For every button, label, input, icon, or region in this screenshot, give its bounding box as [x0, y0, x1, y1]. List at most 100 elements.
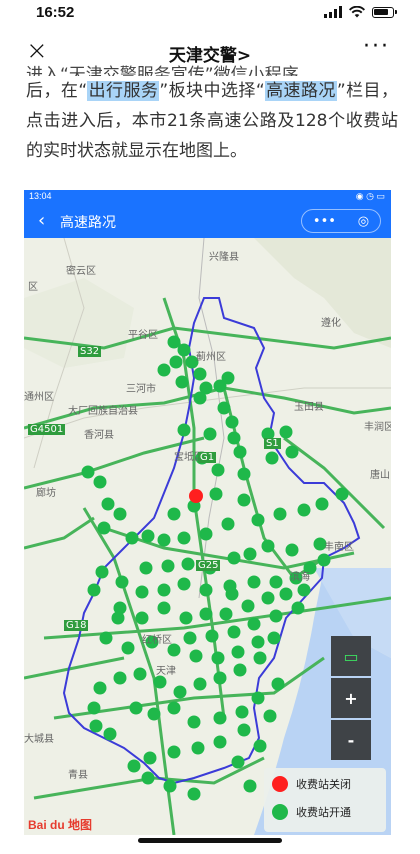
toll-station-open[interactable] — [167, 745, 181, 759]
toll-station-open[interactable] — [263, 709, 277, 723]
toll-station-open[interactable] — [183, 631, 197, 645]
zoom-out-button[interactable]: - — [331, 720, 371, 760]
traffic-toggle-button[interactable]: ▭ — [331, 636, 371, 676]
toll-station-open[interactable] — [253, 651, 267, 665]
toll-station-open[interactable] — [241, 599, 255, 613]
toll-station-open[interactable] — [163, 779, 177, 793]
toll-station-open[interactable] — [317, 553, 331, 567]
toll-station-open[interactable] — [93, 475, 107, 489]
toll-station-open[interactable] — [135, 611, 149, 625]
toll-station-open[interactable] — [211, 651, 225, 665]
toll-station-open[interactable] — [221, 517, 235, 531]
capsule-close-icon[interactable]: ◎ — [358, 214, 369, 229]
toll-station-open[interactable] — [153, 675, 167, 689]
toll-station-open[interactable] — [187, 787, 201, 801]
toll-station-open[interactable] — [93, 681, 107, 695]
toll-station-open[interactable] — [157, 533, 171, 547]
toll-station-open[interactable] — [199, 607, 213, 621]
toll-station-open[interactable] — [113, 507, 127, 521]
toll-station-open[interactable] — [227, 625, 241, 639]
toll-station-open[interactable] — [127, 759, 141, 773]
toll-station-open[interactable] — [269, 609, 283, 623]
toll-station-open[interactable] — [189, 649, 203, 663]
toll-station-open[interactable] — [141, 529, 155, 543]
toll-station-open[interactable] — [271, 677, 285, 691]
toll-station-open[interactable] — [267, 631, 281, 645]
toll-station-open[interactable] — [177, 423, 191, 437]
toll-station-open[interactable] — [121, 641, 135, 655]
toll-station-open[interactable] — [179, 611, 193, 625]
toll-station-open[interactable] — [161, 559, 175, 573]
toll-station-open[interactable] — [95, 565, 109, 579]
toll-station-open[interactable] — [113, 671, 127, 685]
toll-station-open[interactable] — [233, 663, 247, 677]
toll-station-open[interactable] — [99, 631, 113, 645]
toll-station-open[interactable] — [243, 547, 257, 561]
toll-station-open[interactable] — [81, 465, 95, 479]
toll-station-open[interactable] — [285, 445, 299, 459]
toll-station-open[interactable] — [297, 583, 311, 597]
toll-station-closed[interactable] — [189, 489, 203, 503]
toll-station-open[interactable] — [273, 507, 287, 521]
toll-station-open[interactable] — [297, 503, 311, 517]
toll-station-open[interactable] — [87, 583, 101, 597]
toll-station-open[interactable] — [233, 445, 247, 459]
toll-station-open[interactable] — [133, 667, 147, 681]
toll-station-open[interactable] — [335, 487, 349, 501]
toll-station-open[interactable] — [187, 715, 201, 729]
toll-station-open[interactable] — [253, 739, 267, 753]
capsule-more-icon[interactable]: ••• — [313, 214, 336, 229]
toll-station-open[interactable] — [217, 401, 231, 415]
toll-station-open[interactable] — [169, 355, 183, 369]
toll-station-open[interactable] — [177, 577, 191, 591]
toll-station-open[interactable] — [89, 719, 103, 733]
toll-station-open[interactable] — [213, 671, 227, 685]
toll-station-open[interactable] — [291, 601, 305, 615]
toll-station-open[interactable] — [225, 415, 239, 429]
toll-station-open[interactable] — [177, 531, 191, 545]
back-icon[interactable]: ‹ — [38, 210, 45, 231]
toll-station-open[interactable] — [173, 685, 187, 699]
toll-station-open[interactable] — [251, 691, 265, 705]
toll-station-open[interactable] — [213, 735, 227, 749]
toll-station-open[interactable] — [315, 497, 329, 511]
toll-station-open[interactable] — [147, 707, 161, 721]
toll-station-open[interactable] — [237, 467, 251, 481]
toll-station-open[interactable] — [213, 711, 227, 725]
toll-station-open[interactable] — [157, 583, 171, 597]
toll-station-open[interactable] — [193, 677, 207, 691]
toll-station-open[interactable] — [269, 575, 283, 589]
toll-station-open[interactable] — [199, 583, 213, 597]
toll-station-open[interactable] — [211, 463, 225, 477]
toll-station-open[interactable] — [157, 601, 171, 615]
toll-station-open[interactable] — [243, 779, 257, 793]
toll-station-open[interactable] — [235, 705, 249, 719]
toll-station-open[interactable] — [227, 431, 241, 445]
toll-station-open[interactable] — [251, 513, 265, 527]
toll-station-open[interactable] — [209, 487, 223, 501]
toll-station-open[interactable] — [167, 701, 181, 715]
toll-station-open[interactable] — [285, 543, 299, 557]
toll-station-open[interactable] — [139, 561, 153, 575]
toll-station-open[interactable] — [261, 539, 275, 553]
toll-station-open[interactable] — [181, 557, 195, 571]
toll-station-open[interactable] — [279, 587, 293, 601]
toll-station-open[interactable] — [103, 727, 117, 741]
toll-station-open[interactable] — [157, 363, 171, 377]
toll-station-open[interactable] — [177, 343, 191, 357]
toll-station-open[interactable] — [191, 741, 205, 755]
toll-station-open[interactable] — [279, 425, 293, 439]
toll-station-open[interactable] — [125, 531, 139, 545]
toll-station-open[interactable] — [87, 701, 101, 715]
more-icon[interactable]: ··· — [363, 34, 390, 59]
zoom-in-button[interactable]: + — [331, 678, 371, 718]
toll-station-open[interactable] — [265, 451, 279, 465]
toll-station-open[interactable] — [199, 527, 213, 541]
toll-station-open[interactable] — [111, 611, 125, 625]
toll-station-open[interactable] — [143, 751, 157, 765]
toll-station-open[interactable] — [221, 371, 235, 385]
toll-station-open[interactable] — [231, 755, 245, 769]
toll-station-open[interactable] — [167, 507, 181, 521]
toll-station-open[interactable] — [219, 607, 233, 621]
toll-station-open[interactable] — [251, 635, 265, 649]
